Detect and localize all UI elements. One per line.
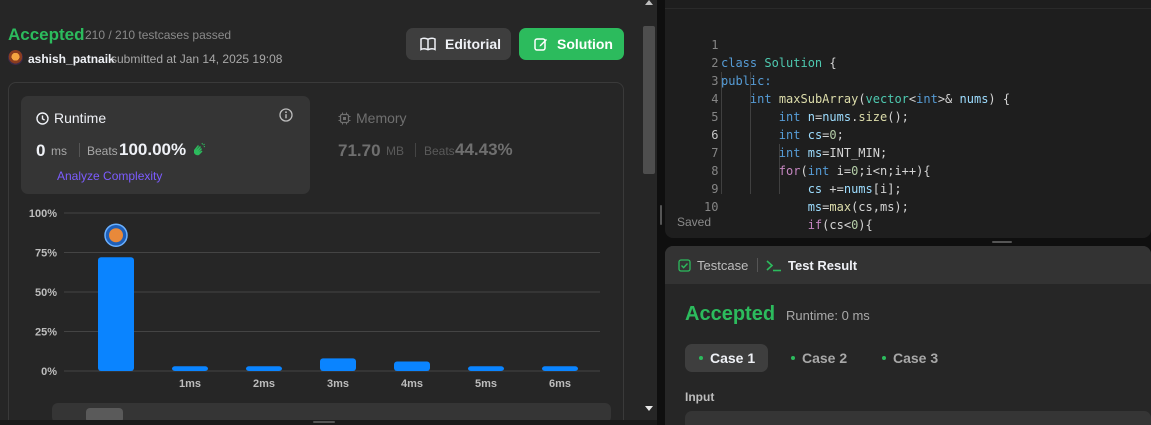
line-number: 9 [711, 182, 719, 196]
x-tick-label: 3ms [327, 378, 349, 390]
line-number: 6 [711, 128, 719, 142]
submission-panel: Accepted 210 / 210 testcases passed ashi… [0, 0, 657, 425]
left-panel-resize-bar[interactable] [0, 420, 657, 425]
tab-testcase-label: Testcase [697, 258, 749, 273]
case-label: Case 3 [893, 350, 939, 366]
case-pass-dot [882, 356, 886, 360]
horizontal-panel-divider[interactable] [665, 238, 1151, 246]
code-text: cs +=nums[i]; [807, 182, 902, 196]
x-tick-label: 2ms [253, 378, 275, 390]
user-marker-face [109, 228, 123, 243]
editor-top-border [665, 8, 1151, 9]
case-pass-dot [791, 356, 795, 360]
line-number: 4 [711, 92, 719, 106]
code-line: 7 for(int i=0;i<n;i++){ [665, 126, 930, 178]
line-number: 8 [711, 164, 719, 178]
code-line: 8 cs +=nums[i]; [665, 144, 901, 196]
code-line: 1 class Solution { [665, 18, 836, 70]
code-line: 3 int maxSubArray(vector<int>& nums) { [665, 54, 1010, 106]
case-label: Case 2 [802, 350, 848, 366]
x-tick-label: 1ms [179, 378, 201, 390]
line-number: 1 [711, 38, 719, 52]
chart-bar [246, 366, 282, 371]
case-1-button[interactable]: Case 1 [685, 344, 768, 372]
terminal-icon [766, 260, 781, 272]
case-2-button[interactable]: Case 2 [777, 344, 857, 372]
tab-testcase[interactable]: Testcase [678, 258, 748, 273]
saved-status: Saved [677, 215, 712, 229]
input-label: Input [685, 390, 715, 404]
chart-bar [320, 358, 356, 371]
line-number: 2 [711, 56, 719, 70]
chart-bar [394, 361, 430, 371]
input-value-box [685, 411, 1151, 425]
line-number: 7 [711, 146, 719, 160]
resize-grip[interactable] [313, 421, 335, 423]
code-line: 9 ms=max(cs,ms); [665, 162, 909, 214]
code-text: for(int i=0;i<n;i++){ [778, 164, 931, 178]
code-line: 6 int ms=INT_MIN; [665, 108, 887, 160]
y-tick-label: 100% [29, 208, 57, 220]
checkbox-icon [678, 259, 691, 272]
chart-bar [468, 366, 504, 371]
code-text: int n=nums.size(); [778, 110, 909, 124]
code-text: class Solution { [721, 56, 837, 70]
code-text: ms=max(cs,ms); [807, 200, 909, 214]
x-tick-label: 4ms [401, 378, 423, 390]
code-line: 4 int n=nums.size(); [665, 72, 909, 124]
code-line: 5 int cs=0; [665, 90, 844, 142]
divider-grip[interactable] [992, 241, 1012, 243]
code-text: public: [721, 74, 772, 88]
code-line: 2 public: [665, 36, 771, 88]
case-pass-dot [699, 356, 703, 360]
scroll-down-arrow[interactable] [645, 406, 653, 411]
x-tick-label: 6ms [549, 378, 571, 390]
y-tick-label: 25% [35, 327, 57, 339]
chart-bar [172, 366, 208, 371]
line-number: 5 [711, 110, 719, 124]
case-3-button[interactable]: Case 3 [868, 344, 948, 372]
y-tick-label: 50% [35, 287, 57, 299]
tab-test-result[interactable]: Test Result [766, 258, 857, 273]
y-tick-label: 75% [35, 248, 57, 260]
case-label: Case 1 [710, 350, 756, 366]
line-number: 10 [704, 200, 719, 214]
runtime-distribution-chart: 0% 25% 50% 75% 100% 1ms 2ms 3ms 4ms 5ms 6ms [29, 208, 600, 390]
scroll-up-arrow[interactable] [645, 0, 653, 5]
code-line: 10 if(cs<0){ [665, 180, 873, 232]
line-number: 3 [711, 74, 719, 88]
code-text: int ms=INT_MIN; [778, 146, 888, 160]
result-runtime: Runtime: 0 ms [786, 308, 870, 323]
scroll-thumb[interactable] [643, 26, 655, 174]
tab-separator [757, 258, 758, 272]
result-status: Accepted [685, 303, 776, 325]
chart-bar [542, 366, 578, 371]
x-tick-label: 5ms [475, 378, 497, 390]
divider-grip[interactable] [660, 205, 662, 225]
left-panel-scrollbar[interactable] [641, 0, 657, 420]
vertical-panel-divider[interactable] [657, 0, 665, 425]
chart-bar [98, 257, 134, 371]
tab-test-result-label: Test Result [788, 258, 858, 273]
code-text: int cs=0; [778, 128, 844, 142]
y-tick-label: 0% [41, 366, 57, 378]
code-text: if(cs<0){ [807, 218, 873, 232]
code-text: int maxSubArray(vector<int>& nums) { [749, 92, 1011, 106]
